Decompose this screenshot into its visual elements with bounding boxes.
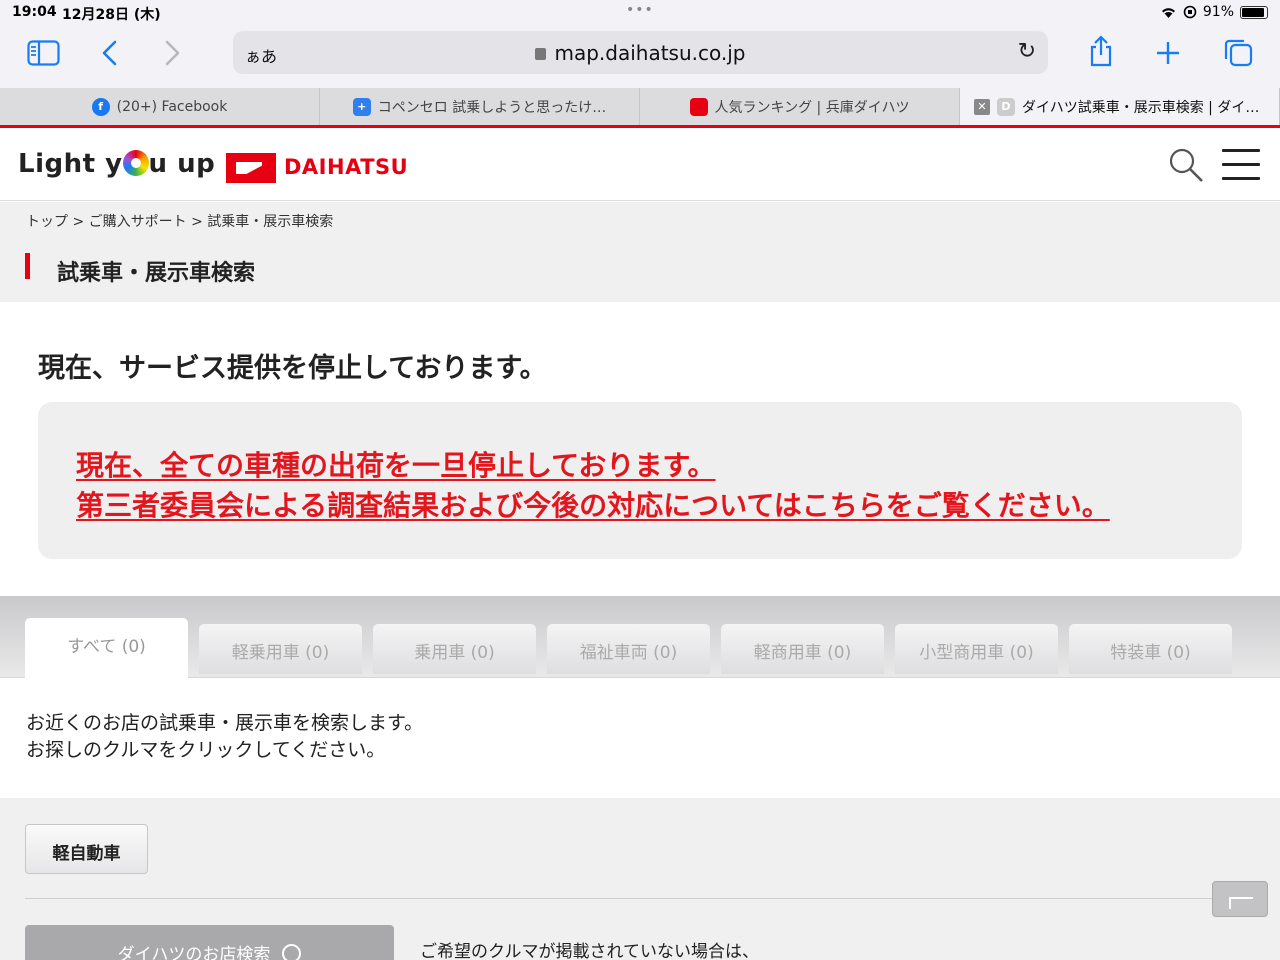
browser-toolbar: ぁあ map.daihatsu.co.jp ↻ (0, 26, 1280, 88)
site-favicon-icon: D (997, 97, 1015, 116)
tab-label: 人気ランキング | 兵庫ダイハツ (714, 99, 910, 116)
status-date: 12月28日 (木) (62, 7, 161, 23)
status-time: 19:04 (12, 4, 57, 20)
breadcrumb[interactable]: トップ > ご購入サポート > 試乗車・展示車検索 (26, 211, 333, 231)
browser-tab-strip: f (20+) Facebook + コペンセロ 試乗しようと思ったけ… 人気ラ… (0, 88, 1280, 128)
sidebar-icon[interactable] (27, 40, 60, 66)
description-line-2: お探しのクルマをクリックしてください。 (26, 739, 386, 761)
tab-special[interactable]: 特装車 (0) (1069, 624, 1232, 674)
back-to-top-button[interactable] (1212, 881, 1268, 917)
tab-welfare[interactable]: 福祉車両 (0) (547, 624, 710, 674)
battery-percent: 91% (1202, 4, 1234, 20)
new-tab-icon[interactable] (1156, 41, 1180, 65)
daihatsu-icon (689, 97, 708, 116)
facebook-icon: f (91, 97, 110, 116)
browser-tab-facebook[interactable]: f (20+) Facebook (0, 88, 320, 125)
address-bar[interactable]: ぁあ map.daihatsu.co.jp ↻ (233, 31, 1048, 74)
divider (25, 898, 1255, 899)
not-listed-hint: ご希望のクルマが掲載されていない場合は、 (420, 942, 759, 960)
notice-link-investigation[interactable]: 第三者委員会による調査結果および今後の対応についてはこちらをご覧ください。 (76, 484, 1110, 524)
tabs-overview-icon[interactable] (1223, 39, 1253, 67)
browser-tab-active[interactable]: ✕ D ダイハツ試乗車・展示車検索 | ダイ… (960, 88, 1280, 125)
tab-passenger[interactable]: 乗用車 (0) (373, 624, 536, 674)
orientation-lock-icon (1183, 5, 1197, 19)
hamburger-menu-icon[interactable] (1222, 149, 1260, 183)
lock-icon (535, 48, 547, 60)
logo-text-b: u up (148, 149, 216, 179)
tab-small-commercial[interactable]: 小型商用車 (0) (895, 624, 1058, 674)
browser-tab-copen[interactable]: + コペンセロ 試乗しようと思ったけ… (320, 88, 640, 125)
site-header: Light y u up DAIHATSU (0, 131, 1280, 201)
description-line-1: お近くのお店の試乗車・展示車を検索します。 (26, 712, 424, 734)
status-bar: 19:04 12月28日 (木) ••• 91% (0, 0, 1280, 26)
daihatsu-wordmark[interactable]: DAIHATSU (284, 155, 408, 179)
back-icon[interactable] (100, 40, 120, 66)
copen-icon: + (352, 97, 371, 116)
title-section: トップ > ご購入サポート > 試乗車・展示車検索 試乗車・展示車検索 (0, 202, 1280, 302)
arrow-circle-icon (282, 944, 302, 960)
tab-all[interactable]: すべて (0) (25, 618, 188, 678)
notice-box: 現在、全ての車種の出荷を一旦停止しております。 第三者委員会による調査結果および… (38, 402, 1242, 559)
store-search-button[interactable]: ダイハツのお店検索 (25, 925, 394, 960)
tab-label: コペンセロ 試乗しようと思ったけ… (377, 99, 607, 116)
search-icon[interactable] (1168, 147, 1204, 183)
kei-car-button[interactable]: 軽自動車 (25, 824, 148, 874)
tab-kei-passenger[interactable]: 軽乗用車 (0) (199, 624, 362, 674)
store-search-label: ダイハツのお店検索 (117, 945, 271, 960)
url-text: map.daihatsu.co.jp (554, 41, 746, 65)
light-you-up-logo[interactable]: Light y u up (18, 149, 215, 179)
logo-text-a: Light y (18, 149, 123, 179)
close-tab-icon[interactable]: ✕ (974, 98, 990, 115)
page-title: 試乗車・展示車検索 (57, 261, 256, 286)
search-description: お近くのお店の試乗車・展示車を検索します。 お探しのクルマをクリックしてください… (26, 710, 423, 764)
status-indicators: 91% (1160, 4, 1268, 20)
rainbow-o-icon (122, 150, 149, 176)
daihatsu-mark-icon[interactable] (226, 153, 276, 183)
notice-link-shipment[interactable]: 現在、全ての車種の出荷を一旦停止しております。 (76, 444, 716, 484)
forward-icon[interactable] (162, 40, 182, 66)
tab-label: (20+) Facebook (116, 98, 228, 115)
url-display[interactable]: map.daihatsu.co.jp (233, 41, 1048, 65)
reload-icon[interactable]: ↻ (1018, 39, 1036, 64)
tab-kei-commercial[interactable]: 軽商用車 (0) (721, 624, 884, 674)
tab-label: ダイハツ試乗車・展示車検索 | ダイ… (1022, 99, 1260, 116)
category-tabs: すべて (0) 軽乗用車 (0) 乗用車 (0) 福祉車両 (0) 軽商用車 (… (0, 596, 1280, 678)
battery-icon (1240, 5, 1268, 19)
service-suspended-heading: 現在、サービス提供を停止しております。 (38, 353, 547, 384)
browser-tab-ranking[interactable]: 人気ランキング | 兵庫ダイハツ (640, 88, 960, 125)
wifi-icon (1161, 7, 1175, 18)
results-section: 軽自動車 ダイハツのお店検索 ご希望のクルマが掲載されていない場合は、 (0, 798, 1280, 960)
multitasking-dots-icon[interactable]: ••• (626, 2, 654, 18)
title-accent-bar (25, 253, 30, 279)
share-icon[interactable] (1088, 35, 1114, 67)
